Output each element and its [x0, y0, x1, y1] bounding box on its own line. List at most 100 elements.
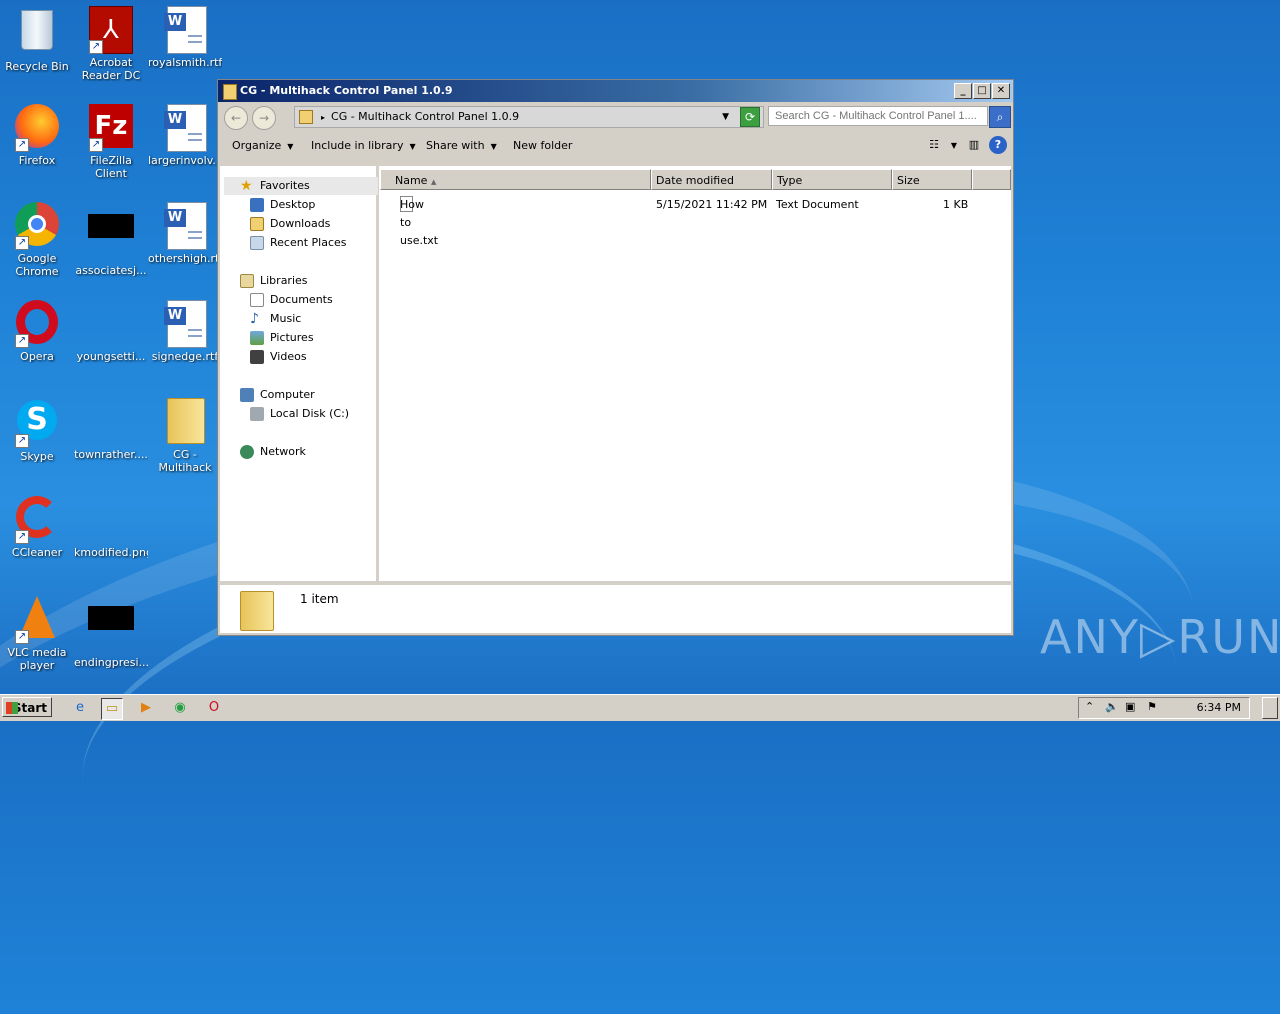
media-player-icon[interactable]: ▶ — [136, 698, 156, 718]
nav-videos[interactable]: Videos — [250, 348, 307, 366]
opera-taskbar-icon[interactable]: O — [204, 698, 224, 718]
include-in-library-button[interactable]: Include in library ▼ — [311, 132, 416, 161]
computer-icon — [240, 388, 254, 402]
explorer-taskbar-icon[interactable]: ▭ — [101, 698, 123, 720]
navigation-pane: ★ Favorites Desktop Downloads Recent Plac… — [220, 166, 379, 581]
column-header-blank[interactable] — [972, 169, 1011, 190]
nav-label: Favorites — [260, 179, 310, 192]
address-path: CG - Multihack Control Panel 1.0.9 — [331, 110, 520, 123]
nav-computer[interactable]: Computer — [240, 386, 315, 404]
desktop-icon-cg-folder[interactable]: CG - Multihack Control Pan... — [148, 398, 222, 474]
desktop-icon-filezilla[interactable]: Fz ↗ FileZilla Client — [74, 104, 148, 180]
desktop-icon-kmodified[interactable]: kmodified.png — [74, 496, 148, 559]
nav-label: Videos — [270, 350, 307, 363]
network-icon — [240, 445, 254, 459]
png-file-icon — [87, 496, 135, 544]
chevron-down-icon[interactable]: ▼ — [722, 107, 729, 127]
forward-button[interactable]: → — [252, 106, 276, 130]
maximize-button[interactable]: □ — [973, 83, 991, 99]
explorer-body: ★ Favorites Desktop Downloads Recent Plac… — [220, 166, 1011, 581]
desktop-icon-vlc[interactable]: ↗ VLC media player — [0, 594, 74, 672]
desktop-icon-opera[interactable]: ↗ Opera — [0, 300, 74, 363]
blank-file-icon — [87, 300, 135, 348]
system-tray: ⌃ 🔈 ▣ ⚑ 6:34 PM — [1078, 697, 1250, 719]
table-row[interactable]: How to use.txt 5/15/2021 11:42 PM Text D… — [380, 196, 1011, 247]
column-header-type[interactable]: Type — [772, 169, 892, 190]
nav-recent-places[interactable]: Recent Places — [250, 234, 347, 252]
close-button[interactable]: ✕ — [992, 83, 1010, 99]
speaker-icon[interactable]: 🔈 — [1105, 700, 1119, 713]
desktop-icon-firefox[interactable]: ↗ Firefox — [0, 104, 74, 167]
organize-button[interactable]: Organize ▼ — [232, 132, 293, 161]
desktop-icon-acrobat[interactable]: ⅄ ↗ Acrobat Reader DC — [74, 6, 148, 82]
start-button[interactable]: Start — [2, 697, 52, 717]
desktop-icon-recycle-bin[interactable]: Recycle Bin — [0, 6, 74, 73]
desktop-icon-youngsetti[interactable]: youngsetti... — [74, 300, 148, 363]
hard-drive-icon — [250, 407, 264, 421]
help-icon[interactable]: ? — [989, 136, 1007, 154]
blank-file-icon — [87, 398, 135, 446]
back-button[interactable]: ← — [224, 106, 248, 130]
nav-music[interactable]: ♪ Music — [250, 310, 301, 328]
nav-libraries[interactable]: Libraries — [240, 272, 308, 290]
preview-pane-icon[interactable]: ▥ — [965, 136, 983, 154]
desktop-icon-chrome[interactable]: ↗ Google Chrome — [0, 202, 74, 278]
chrome-taskbar-icon[interactable]: ◉ — [170, 698, 190, 718]
column-header-size[interactable]: Size — [892, 169, 972, 190]
file-type: Text Document — [776, 198, 859, 211]
desktop-icon-largerinvolv[interactable]: W largerinvolv... — [148, 104, 222, 167]
music-icon: ♪ — [250, 311, 259, 327]
title-bar[interactable]: CG - Multihack Control Panel 1.0.9 _ □ ✕ — [218, 80, 1013, 102]
search-input[interactable] — [768, 106, 988, 126]
desktop-icon-townrather[interactable]: townrather.... — [74, 398, 148, 461]
view-options-icon[interactable]: ☷ — [925, 136, 943, 154]
address-bar[interactable]: ▸ CG - Multihack Control Panel 1.0.9 ▼ — [294, 106, 764, 128]
nav-desktop[interactable]: Desktop — [250, 196, 315, 214]
internet-explorer-icon[interactable]: e — [70, 698, 90, 718]
desktop-icon-associates[interactable]: associatesj... — [74, 202, 148, 277]
desktop-icon-ccleaner[interactable]: ↗ CCleaner — [0, 496, 74, 559]
nav-pictures[interactable]: Pictures — [250, 329, 314, 347]
search-icon[interactable]: ⌕ — [989, 106, 1011, 128]
black-file-icon — [87, 606, 135, 654]
network-tray-icon[interactable]: ▣ — [1125, 700, 1135, 713]
chevron-down-icon[interactable]: ▼ — [949, 137, 959, 155]
filezilla-icon: Fz ↗ — [87, 104, 135, 152]
column-header-name[interactable]: Name ▲ — [380, 169, 651, 190]
show-hidden-icons-icon[interactable]: ⌃ — [1085, 700, 1094, 713]
black-file-icon — [87, 214, 135, 262]
desktop-icon-skype[interactable]: S ↗ Skype — [0, 398, 74, 463]
chevron-right-icon: ▸ — [321, 113, 326, 122]
refresh-icon[interactable]: ⟳ — [740, 107, 760, 127]
show-desktop-button[interactable] — [1262, 697, 1278, 719]
column-header-date[interactable]: Date modified — [651, 169, 772, 190]
rtf-document-icon: W — [161, 6, 209, 54]
nav-downloads[interactable]: Downloads — [250, 215, 330, 233]
clock[interactable]: 6:34 PM — [1197, 701, 1241, 714]
desktop-icon-endingpresi[interactable]: endingpresi... — [74, 594, 148, 669]
documents-icon — [250, 293, 264, 307]
desktop-icon-royalsmith[interactable]: W royalsmith.rtf — [148, 6, 222, 69]
nav-network[interactable]: Network — [240, 443, 306, 461]
action-center-flag-icon[interactable]: ⚑ — [1147, 700, 1157, 713]
file-name: How to use.txt — [400, 198, 439, 247]
firefox-icon: ↗ — [13, 104, 61, 152]
opera-icon: ↗ — [13, 300, 61, 348]
details-pane: 1 item — [220, 585, 1011, 633]
minimize-button[interactable]: _ — [954, 83, 972, 99]
folder-icon — [240, 591, 274, 631]
rtf-document-icon: W — [161, 300, 209, 348]
share-with-button[interactable]: Share with ▼ — [426, 132, 497, 161]
nav-local-disk[interactable]: Local Disk (C:) — [250, 405, 349, 423]
desktop-icon-signedge[interactable]: W signedge.rtf — [148, 300, 222, 363]
nav-label: Network — [260, 445, 306, 458]
nav-favorites[interactable]: ★ Favorites — [240, 177, 310, 195]
address-row: ← → ▸ CG - Multihack Control Panel 1.0.9 … — [218, 102, 1013, 132]
new-folder-button[interactable]: New folder — [513, 132, 572, 160]
nav-label: Recent Places — [270, 236, 347, 249]
organize-label: Organize — [232, 139, 282, 152]
nav-documents[interactable]: Documents — [250, 291, 333, 309]
desktop-icon-othershigh[interactable]: W othershigh.rtf — [148, 202, 222, 265]
skype-icon: S ↗ — [13, 400, 61, 448]
recycle-bin-icon — [13, 10, 61, 58]
